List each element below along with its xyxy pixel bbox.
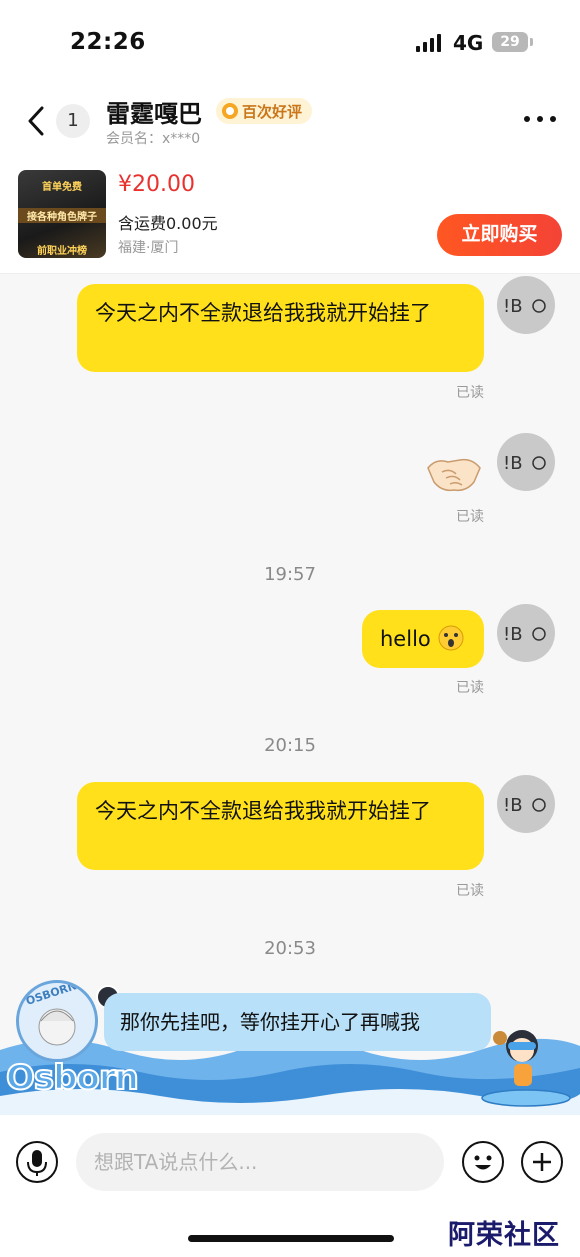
status-bar: 22:26 4G 29 (0, 0, 580, 86)
chat-header: 1 雷霆嘎巴 百次好评 会员名：x***0 (0, 86, 580, 156)
thumb-caption-2: 接各种角色牌子 (18, 208, 106, 223)
product-card[interactable]: 首单免费 接各种角色牌子 前职业冲榜 ¥20.00 含运费0.00元 福建·厦门… (0, 156, 580, 274)
avatar[interactable]: !B (497, 775, 555, 833)
network-type: 4G (453, 31, 484, 55)
rating-badge: 百次好评 (216, 98, 313, 124)
product-price: ¥20.00 (118, 172, 195, 197)
avatar[interactable]: !B (497, 604, 555, 662)
read-status: 已读 (456, 385, 484, 401)
avatar[interactable]: !B (497, 433, 555, 491)
svg-text:!B: !B (503, 624, 523, 645)
more-actions-button[interactable] (521, 1141, 563, 1183)
message-bubble[interactable]: 今天之内不全款退给我我就开始挂了 (77, 782, 484, 870)
svg-text:!B: !B (503, 453, 523, 474)
home-indicator (188, 1235, 394, 1242)
medal-icon (222, 103, 238, 119)
shipping-fee: 含运费0.00元 (118, 214, 218, 233)
read-status: 已读 (456, 509, 484, 525)
smiley-icon (474, 1155, 492, 1170)
plus-icon (533, 1153, 551, 1171)
buy-now-button[interactable]: 立即购买 (437, 214, 562, 256)
character-badge: OSBORN (16, 980, 98, 1062)
avatar[interactable]: !B (497, 276, 555, 334)
message-timestamp: 20:15 (264, 735, 316, 756)
read-status: 已读 (456, 680, 484, 696)
input-bar: 阿荣社区 (0, 1115, 580, 1257)
thumb-caption-3: 前职业冲榜 (37, 246, 87, 257)
surfer-character-icon (481, 1030, 571, 1107)
surprised-emoji-icon (438, 625, 464, 651)
handshake-emoji[interactable] (426, 448, 482, 496)
reply-bubble[interactable]: 那你先挂吧，等你挂开心了再喊我 (104, 993, 491, 1051)
unread-count-badge[interactable]: 1 (56, 104, 90, 138)
message-input[interactable] (76, 1133, 444, 1191)
seller-name[interactable]: 雷霆嘎巴 (106, 94, 202, 129)
message-timestamp: 20:53 (264, 938, 316, 959)
message-bubble[interactable]: hello (362, 610, 484, 668)
message-text: hello (380, 627, 431, 651)
microphone-icon (27, 1150, 47, 1176)
svg-text:!B: !B (503, 795, 523, 816)
rating-badge-label: 百次好评 (242, 102, 303, 121)
thumb-caption-1: 首单免费 (42, 182, 82, 193)
signal-icon (416, 34, 444, 52)
read-status: 已读 (456, 883, 484, 899)
member-name: 会员名：x***0 (106, 131, 201, 147)
back-icon[interactable] (24, 104, 52, 138)
svg-text:!B: !B (503, 296, 523, 317)
emoji-button[interactable] (462, 1141, 504, 1183)
status-time: 22:26 (70, 29, 146, 55)
product-thumbnail: 首单免费 接各种角色牌子 前职业冲榜 (18, 170, 106, 258)
voice-button[interactable] (16, 1141, 58, 1183)
message-bubble[interactable]: 今天之内不全款退给我我就开始挂了 (77, 284, 484, 372)
watermark: 阿荣社区 (448, 1220, 560, 1251)
more-icon[interactable] (524, 116, 558, 126)
message-timestamp: 19:57 (264, 564, 316, 585)
seller-location: 福建·厦门 (118, 240, 179, 256)
battery-icon: 29 (492, 32, 533, 52)
brand-text: Osborn (5, 1057, 140, 1099)
